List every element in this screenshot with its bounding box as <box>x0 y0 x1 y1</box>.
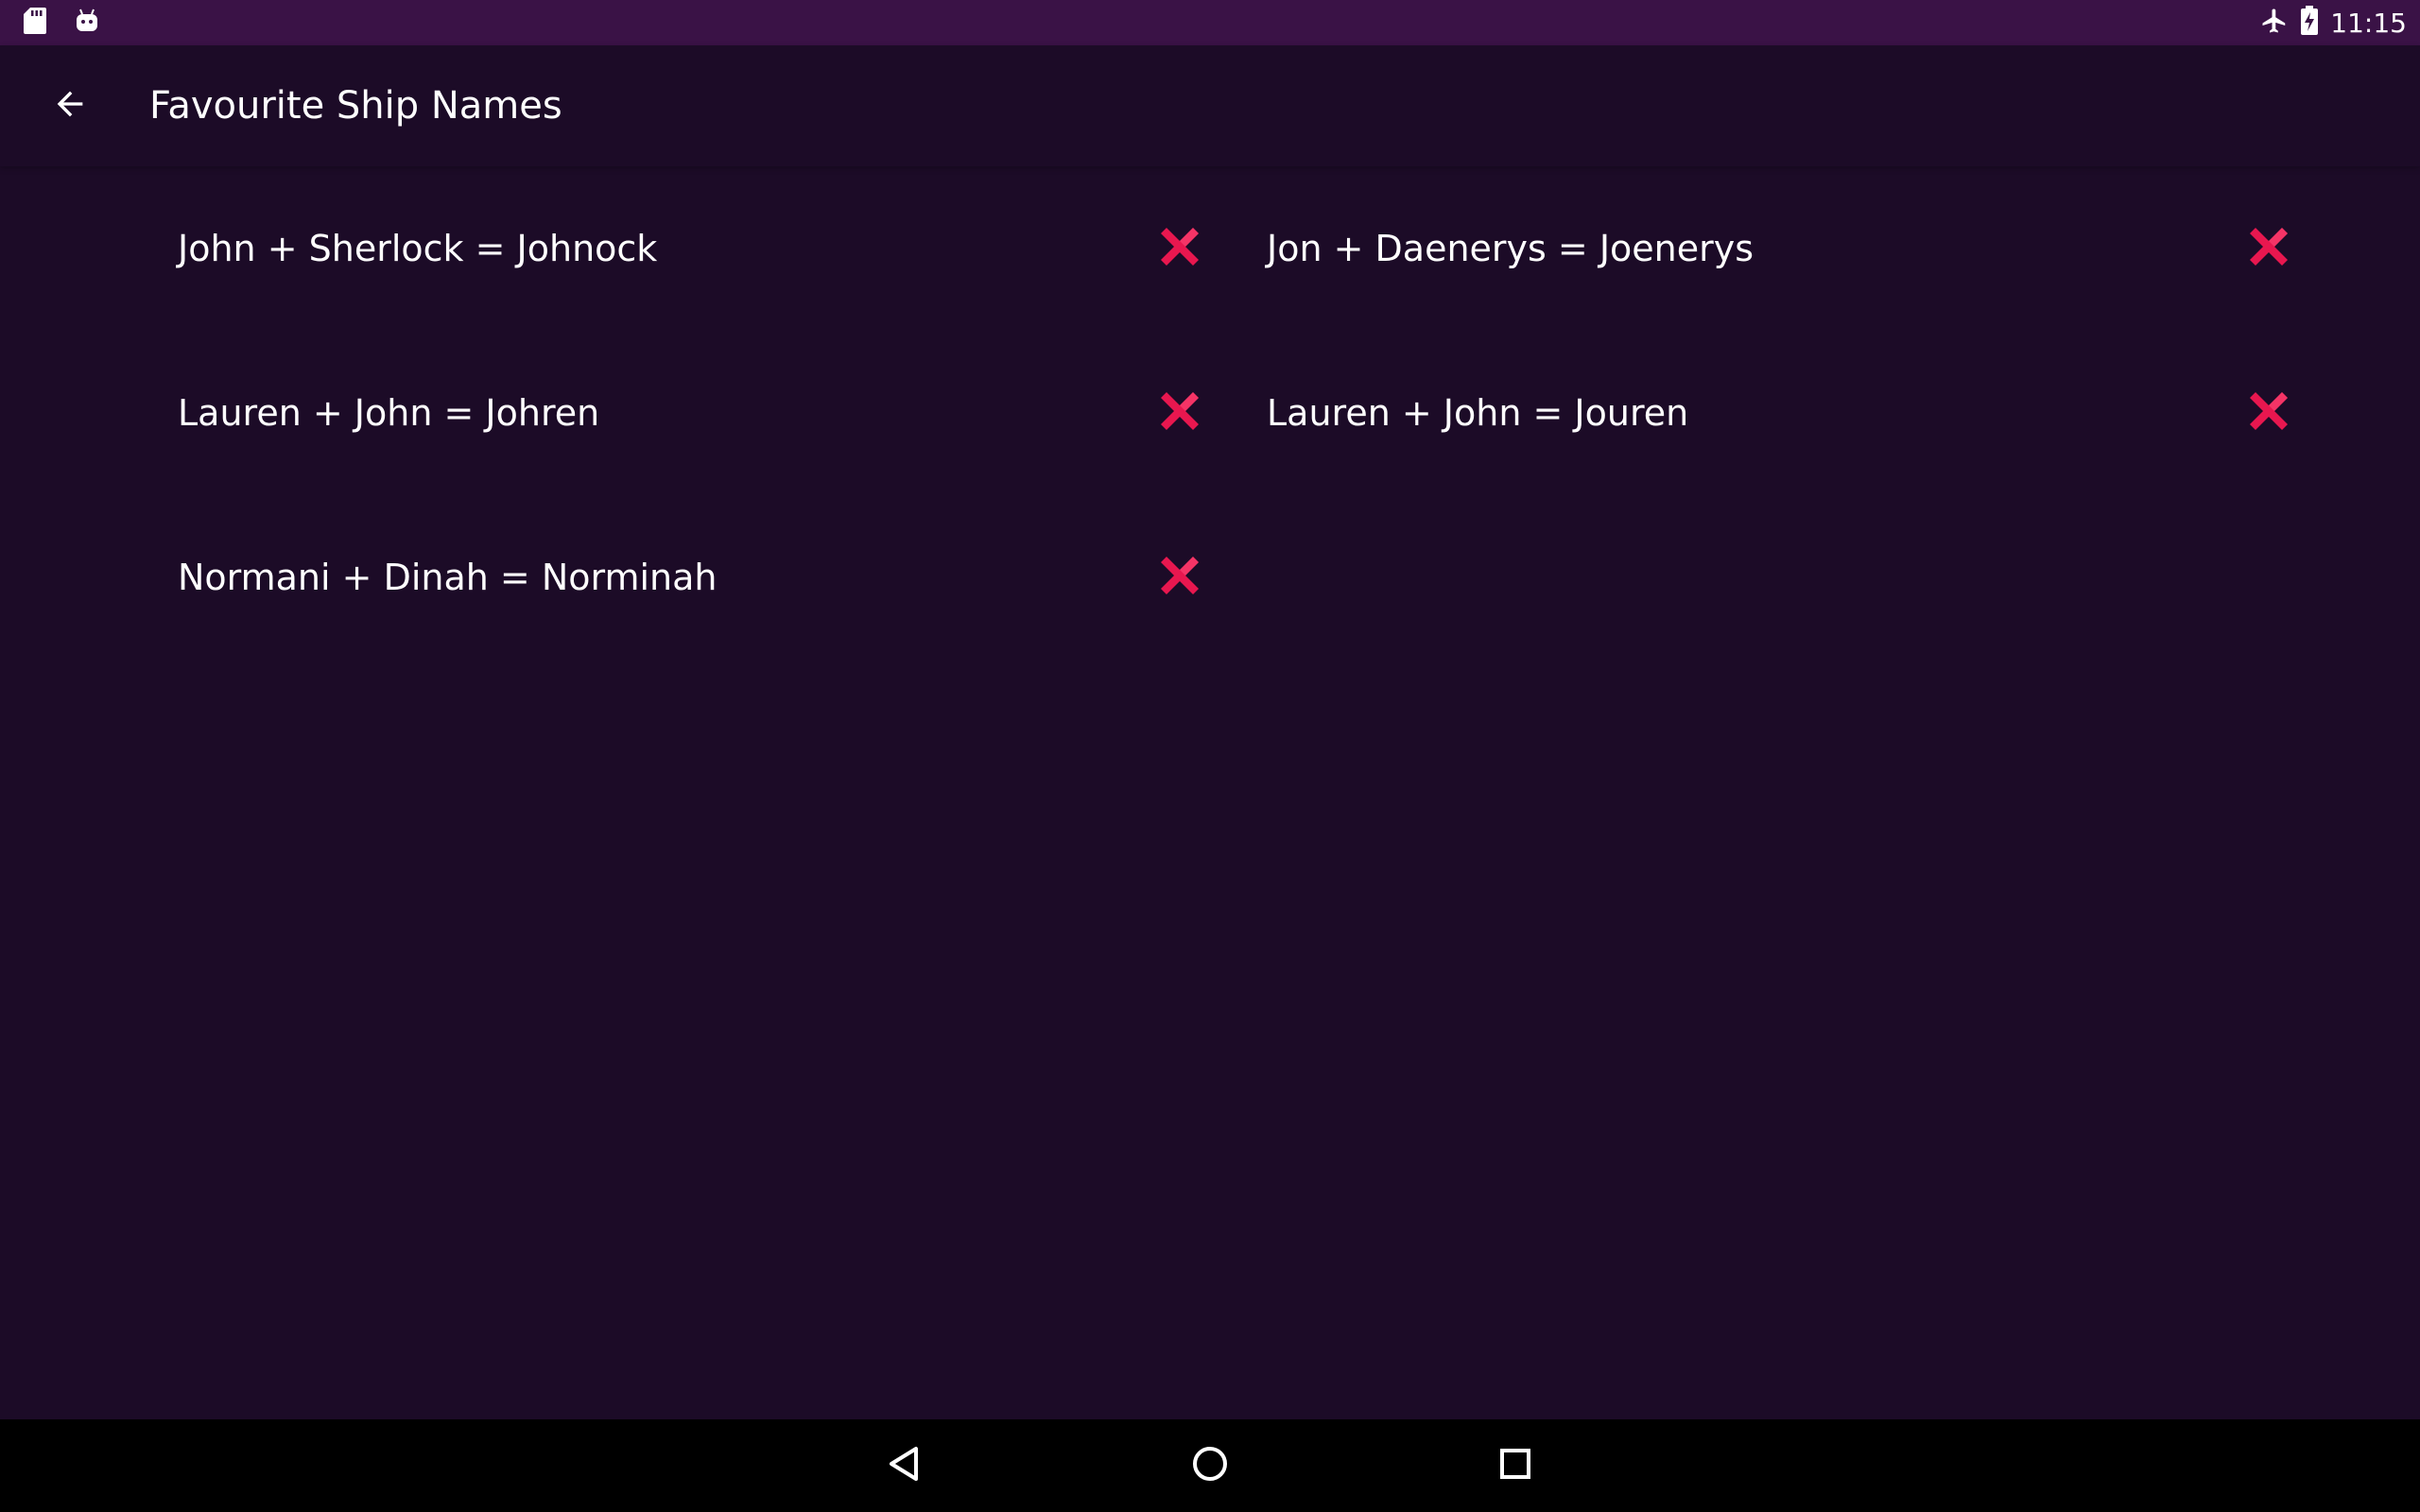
status-left-icons <box>23 0 100 45</box>
delete-favourite-button[interactable] <box>2240 385 2297 441</box>
list-item: Jon + Daenerys = Joenerys <box>1267 192 2297 305</box>
delete-favourite-button[interactable] <box>1151 549 1208 606</box>
favourites-list: John + Sherlock = Johnock Jon + Daenerys … <box>0 166 2420 1419</box>
battery-charging-icon <box>2300 6 2319 40</box>
ship-name-text: Normani + Dinah = Norminah <box>178 557 717 598</box>
list-item: John + Sherlock = Johnock <box>178 192 1208 305</box>
ship-name-text: Lauren + John = Johren <box>178 392 600 434</box>
app-bar: Favourite Ship Names <box>0 45 2420 166</box>
ship-name-text: Lauren + John = Jouren <box>1267 392 1689 434</box>
nav-home-button[interactable] <box>1175 1431 1245 1501</box>
close-x-icon <box>1155 551 1204 604</box>
delete-favourite-button[interactable] <box>1151 385 1208 441</box>
android-icon <box>74 8 100 38</box>
back-button[interactable] <box>36 72 104 140</box>
arrow-back-icon <box>51 85 89 127</box>
close-x-icon <box>1155 387 1204 439</box>
nav-back-button[interactable] <box>870 1431 940 1501</box>
nav-home-icon <box>1189 1443 1231 1488</box>
nav-back-icon <box>884 1443 925 1488</box>
page-title: Favourite Ship Names <box>149 84 562 128</box>
status-bar: 11:15 <box>0 0 2420 45</box>
close-x-icon <box>2244 387 2293 439</box>
ship-name-text: John + Sherlock = Johnock <box>178 228 658 269</box>
list-item: Normani + Dinah = Norminah <box>178 521 1208 634</box>
sd-card-icon <box>23 7 47 39</box>
list-item: Lauren + John = Jouren <box>1267 356 2297 470</box>
airplane-mode-icon <box>2260 7 2289 39</box>
navigation-bar <box>0 1419 2420 1512</box>
close-x-icon <box>1155 222 1204 275</box>
nav-recents-icon <box>1495 1443 1536 1488</box>
status-time: 11:15 <box>2330 7 2407 39</box>
ship-name-text: Jon + Daenerys = Joenerys <box>1267 228 1754 269</box>
nav-recents-button[interactable] <box>1480 1431 1550 1501</box>
close-x-icon <box>2244 222 2293 275</box>
delete-favourite-button[interactable] <box>1151 220 1208 277</box>
list-item: Lauren + John = Johren <box>178 356 1208 470</box>
delete-favourite-button[interactable] <box>2240 220 2297 277</box>
status-right-icons: 11:15 <box>2260 0 2407 45</box>
